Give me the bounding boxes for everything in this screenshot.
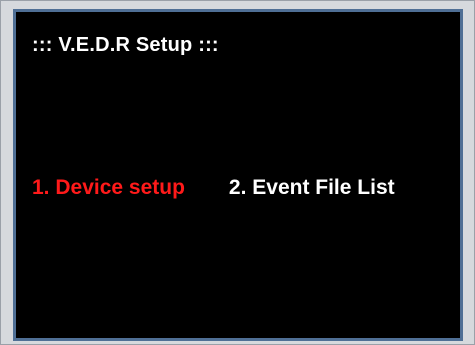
setup-title: ::: V.E.D.R Setup ::: [32, 34, 219, 56]
setup-menu: 1. Device setup 2. Event File List [32, 176, 395, 200]
setup-screen: ::: V.E.D.R Setup ::: 1. Device setup 2.… [13, 9, 463, 341]
menu-item-device-setup[interactable]: 1. Device setup [32, 176, 185, 200]
menu-item-event-file-list[interactable]: 2. Event File List [229, 176, 395, 200]
device-window: ::: V.E.D.R Setup ::: 1. Device setup 2.… [0, 0, 475, 345]
